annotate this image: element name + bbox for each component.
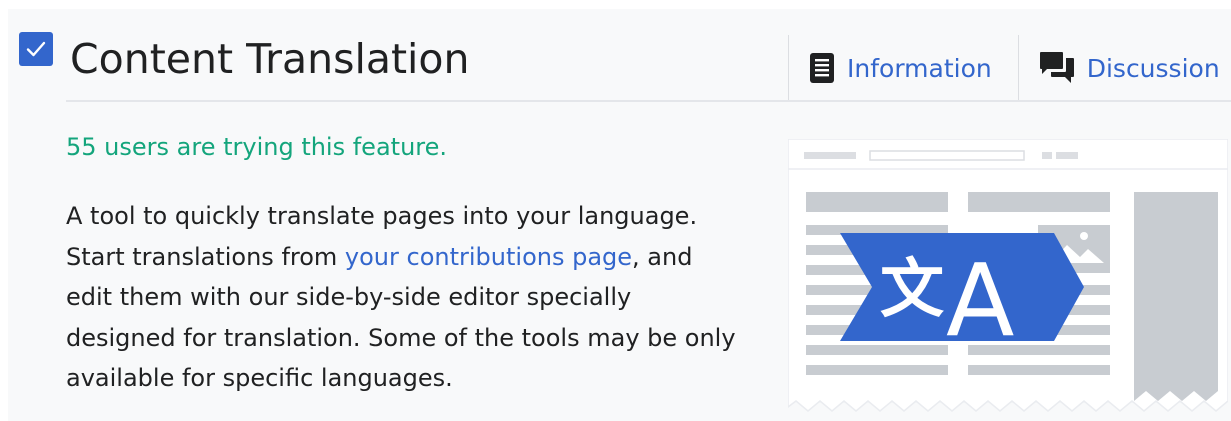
feature-checkbox[interactable] [19, 32, 53, 66]
speech-bubbles-icon [1039, 52, 1074, 83]
feature-tabs: Information Discussion [788, 35, 1231, 101]
illustration-cjk-glyph: 文 [880, 253, 944, 327]
tab-information[interactable]: Information [788, 35, 1018, 101]
translation-illustration: 文 A [788, 139, 1228, 412]
feature-title: Content Translation [70, 35, 470, 83]
tab-information-label: Information [847, 53, 992, 83]
checkmark-icon [26, 41, 46, 57]
contributions-page-link[interactable]: your contributions page [345, 243, 632, 271]
feature-panel: Content Translation Information Discussi… [8, 9, 1231, 421]
illustration-latin-glyph: A [946, 242, 1014, 359]
feature-description: A tool to quickly translate pages into y… [66, 196, 746, 399]
document-icon [810, 53, 834, 83]
tab-discussion[interactable]: Discussion [1017, 35, 1231, 101]
header-divider [66, 100, 1231, 102]
user-count-text: 55 users are trying this feature. [66, 133, 448, 161]
tab-discussion-label: Discussion [1086, 53, 1220, 83]
